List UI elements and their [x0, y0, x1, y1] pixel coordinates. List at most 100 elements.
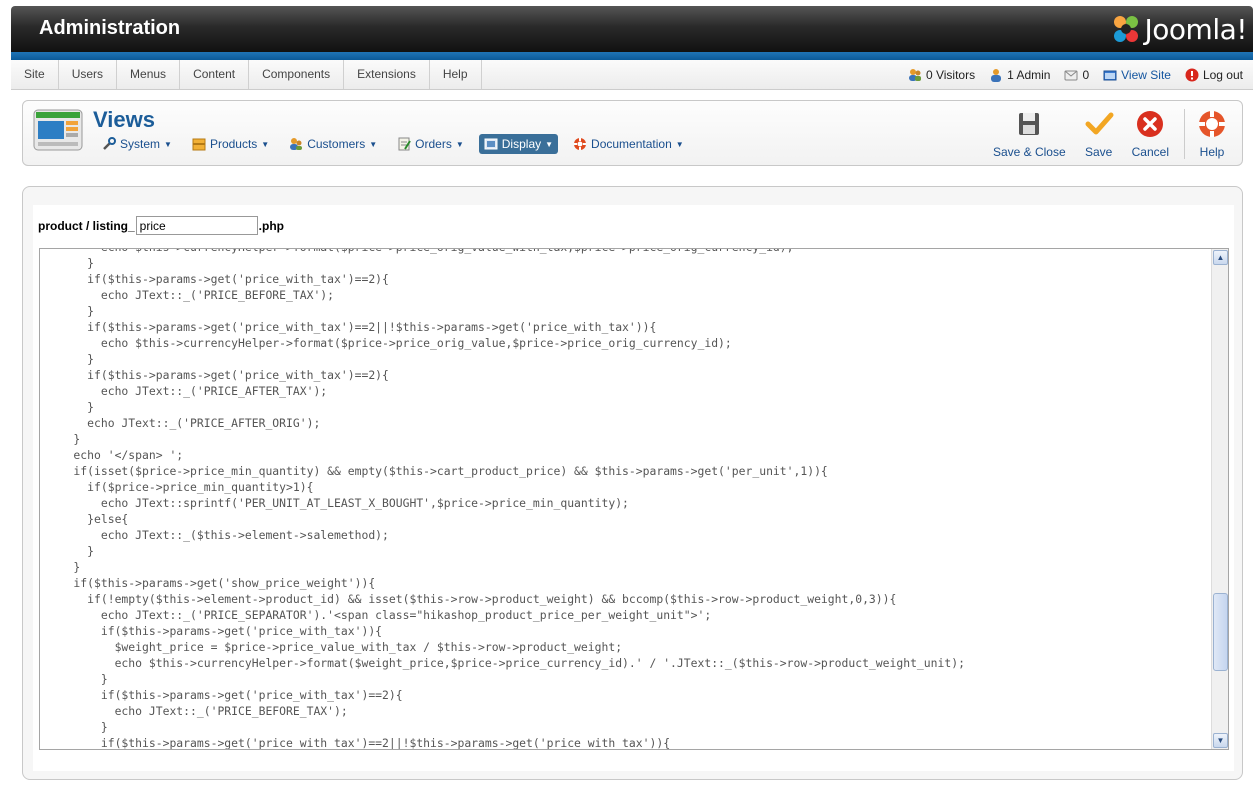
messages-count: 0: [1082, 68, 1090, 82]
joomla-brand-text: Joomla!: [1144, 12, 1248, 46]
customers-icon: [290, 138, 303, 150]
toolbar-actions: Save & Close Save Cancel Help: [984, 109, 1236, 159]
save-close-button[interactable]: Save & Close: [984, 109, 1075, 159]
help-button[interactable]: Help: [1184, 109, 1236, 159]
products-icon: [192, 138, 206, 151]
logout-icon: [1185, 68, 1199, 82]
view-site-link[interactable]: View Site: [1103, 68, 1171, 82]
code-line: echo JText::sprintf('PER_UNIT_AT_LEAST_X…: [46, 496, 629, 510]
save-label: Save: [1084, 145, 1113, 159]
code-line: echo $this->currencyHelper->format($pric…: [46, 336, 732, 350]
file-name-row: product / listing_ .php: [38, 216, 284, 235]
menu-menus[interactable]: Menus: [117, 60, 181, 89]
chevron-down-icon: ▼: [545, 139, 554, 149]
save-button[interactable]: Save: [1075, 109, 1123, 159]
admin-header: Administration Joomla!: [11, 6, 1253, 52]
main-menubar: Site Users Menus Content Components Exte…: [11, 60, 1253, 90]
code-line: if($this->params->get('price_with_tax'))…: [46, 624, 383, 638]
view-site-label: View Site: [1121, 68, 1171, 82]
visitors-status: 0 Visitors: [908, 68, 975, 82]
scroll-down-arrow-icon[interactable]: ▼: [1213, 733, 1228, 748]
code-line: echo JText::_('PRICE_AFTER_TAX');: [46, 384, 328, 398]
menu-help[interactable]: Help: [430, 60, 482, 89]
admin-user-icon: [991, 69, 1002, 82]
tools-icon: [103, 137, 116, 150]
editor-panel: product / listing_ .php echo $this->curr…: [22, 186, 1243, 780]
code-line: }: [46, 560, 81, 574]
help-label: Help: [1199, 145, 1225, 159]
cancel-label: Cancel: [1131, 145, 1169, 159]
chevron-down-icon: ▼: [261, 139, 270, 149]
code-line: }: [46, 720, 108, 734]
scroll-thumb[interactable]: [1213, 593, 1228, 671]
code-line: }: [46, 672, 108, 686]
display-icon: [484, 138, 498, 150]
code-line: echo $this->currencyHelper->format($pric…: [46, 249, 1212, 255]
code-line: echo JText::_('PRICE_BEFORE_TAX');: [46, 288, 335, 302]
status-area: 0 Visitors 1 Admin 0 View Site Log out: [908, 60, 1243, 90]
cancel-icon: [1137, 111, 1164, 137]
code-scrollbar[interactable]: ▲ ▼: [1211, 249, 1228, 749]
chevron-down-icon: ▼: [164, 139, 172, 149]
file-suffix: .php: [258, 218, 284, 233]
menu-users[interactable]: Users: [59, 60, 118, 89]
page-title: Views: [93, 107, 155, 132]
editor-form: product / listing_ .php echo $this->curr…: [33, 205, 1234, 771]
cancel-button[interactable]: Cancel: [1123, 109, 1178, 159]
menu-content[interactable]: Content: [180, 60, 250, 89]
scroll-up-arrow-icon[interactable]: ▲: [1213, 250, 1228, 265]
submenu-orders-label: Orders: [415, 137, 452, 151]
code-line: }: [46, 352, 95, 366]
submenu-system-label: System: [120, 137, 161, 151]
code-line: if($price->price_min_quantity>1){: [46, 480, 314, 494]
code-line: }: [46, 400, 95, 414]
submenu-documentation-label: Documentation: [591, 137, 672, 151]
header-title: Administration: [39, 17, 181, 39]
code-line: echo JText::_('PRICE_BEFORE_TAX');: [46, 704, 348, 718]
chevron-down-icon: ▼: [675, 139, 684, 149]
code-line: if($this->params->get('price_with_tax')=…: [46, 368, 389, 382]
submenu-system[interactable]: System ▼: [97, 134, 177, 154]
admins-count: 1 Admin: [1007, 68, 1051, 82]
menu-site[interactable]: Site: [11, 60, 59, 89]
code-line: }: [46, 544, 95, 558]
submenu-products-label: Products: [209, 137, 258, 151]
code-line: if(isset($price->price_min_quantity) && …: [46, 464, 828, 478]
orders-icon: [398, 137, 412, 151]
submenu-products[interactable]: Products ▼: [187, 134, 274, 154]
menu-extensions[interactable]: Extensions: [344, 60, 430, 89]
joomla-logo-icon: [1113, 16, 1138, 42]
code-line: echo JText::_('PRICE_AFTER_ORIG');: [46, 416, 321, 430]
code-line: }: [46, 304, 95, 318]
file-name-input[interactable]: [135, 216, 258, 235]
chevron-down-icon: ▼: [455, 139, 464, 149]
code-content[interactable]: echo $this->currencyHelper->format($pric…: [40, 249, 1212, 749]
logout-link[interactable]: Log out: [1185, 68, 1243, 82]
submenu-orders[interactable]: Orders ▼: [392, 134, 469, 154]
code-editor[interactable]: echo $this->currencyHelper->format($pric…: [39, 248, 1229, 750]
toolbar-panel: Views System▼ Products▼ Customers▼ Or: [22, 100, 1243, 166]
code-line: if($this->params->get('price_with_tax')=…: [46, 272, 389, 286]
views-icon: [33, 109, 83, 151]
submenu-display-label: Display: [501, 137, 542, 151]
code-line: echo $this->currencyHelper->format($weig…: [46, 656, 965, 670]
code-line: if(!empty($this->element->product_id) &&…: [46, 592, 897, 606]
lifebuoy-icon: [574, 138, 587, 150]
code-line: }else{: [46, 512, 129, 526]
submenu-customers[interactable]: Customers ▼: [284, 134, 382, 154]
joomla-logo[interactable]: Joomla!: [1111, 12, 1248, 46]
code-line: if($this->params->get('price_with_tax')=…: [46, 688, 403, 702]
code-line: }: [46, 256, 95, 270]
menu-components[interactable]: Components: [249, 60, 345, 89]
code-line: if($this->params->get('show_price_weight…: [46, 576, 376, 590]
messages-icon: [1064, 70, 1078, 81]
code-line: echo '</span> ';: [46, 448, 184, 462]
header-accent-bar: [11, 52, 1253, 60]
code-line: echo JText::_($this->element->salemethod…: [46, 528, 389, 542]
visitors-icon: [908, 69, 921, 81]
visitors-count: 0 Visitors: [925, 68, 976, 82]
component-submenu: System▼ Products▼ Customers▼ Orders▼: [97, 134, 689, 154]
submenu-documentation[interactable]: Documentation ▼: [568, 134, 689, 154]
messages-status[interactable]: 0: [1064, 68, 1089, 82]
submenu-display[interactable]: Display ▼: [478, 134, 559, 154]
